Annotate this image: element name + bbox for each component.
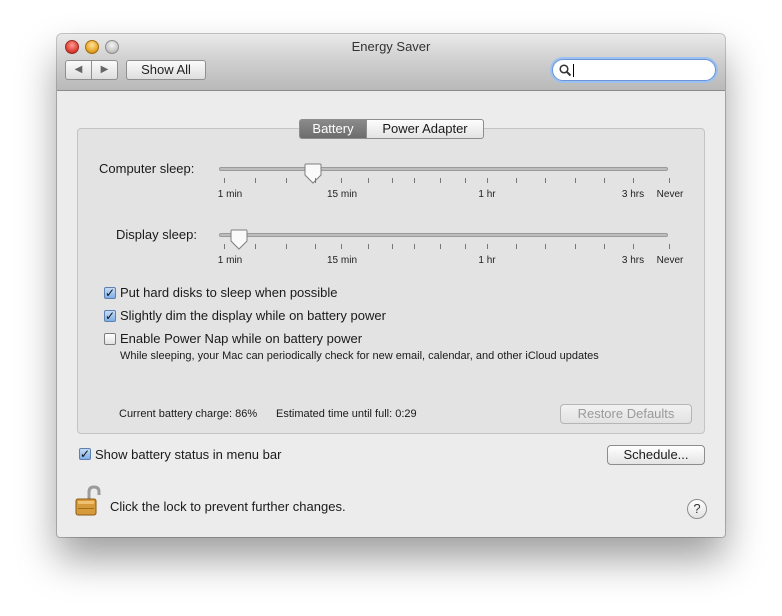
- title-bar: Energy Saver ◀ ▶ Show All: [57, 34, 725, 91]
- show-all-button[interactable]: Show All: [126, 60, 206, 80]
- slider-tick-mark: [487, 178, 488, 183]
- slider-tick-mark: [392, 244, 393, 249]
- slider-tick-mark: [604, 244, 605, 249]
- energy-saver-window: Energy Saver ◀ ▶ Show All Battery Power …: [57, 34, 725, 537]
- dim-display-label[interactable]: Slightly dim the display while on batter…: [120, 308, 386, 323]
- computer-sleep-tick-15min: 15 min: [326, 189, 358, 200]
- hard-disk-sleep-label[interactable]: Put hard disks to sleep when possible: [120, 285, 338, 300]
- show-battery-status-checkbox[interactable]: ✓: [79, 448, 91, 460]
- show-battery-status-label[interactable]: Show battery status in menu bar: [95, 447, 281, 462]
- slider-tick-mark: [255, 178, 256, 183]
- slider-tick-mark: [315, 178, 316, 183]
- display-sleep-tick-3hrs: 3 hrs: [621, 255, 645, 266]
- computer-sleep-track[interactable]: [219, 167, 668, 171]
- text-cursor: [573, 64, 574, 77]
- computer-sleep-tick-1hr: 1 hr: [478, 189, 496, 200]
- computer-sleep-tick-1min: 1 min: [217, 189, 243, 200]
- computer-sleep-tick-never: Never: [656, 189, 684, 200]
- computer-sleep-slider-knob[interactable]: [304, 163, 322, 185]
- display-sleep-tick-1hr: 1 hr: [478, 255, 496, 266]
- restore-defaults-button[interactable]: Restore Defaults: [560, 404, 692, 424]
- slider-tick-mark: [575, 178, 576, 183]
- display-sleep-tick-never: Never: [656, 255, 684, 266]
- slider-tick-mark: [545, 178, 546, 183]
- slider-tick-mark: [341, 178, 342, 183]
- slider-tick-mark: [286, 178, 287, 183]
- slider-tick-mark: [633, 244, 634, 249]
- slider-tick-mark: [604, 178, 605, 183]
- slider-tick-mark: [669, 178, 670, 183]
- computer-sleep-label: Computer sleep:: [99, 161, 195, 176]
- schedule-button[interactable]: Schedule...: [607, 445, 705, 465]
- slider-tick-mark: [575, 244, 576, 249]
- back-button[interactable]: ◀: [65, 60, 92, 80]
- slider-tick-mark: [368, 244, 369, 249]
- slider-tick-mark: [315, 244, 316, 249]
- unlocked-padlock-icon[interactable]: [74, 485, 104, 517]
- slider-tick-mark: [545, 244, 546, 249]
- slider-tick-mark: [487, 244, 488, 249]
- back-arrow-icon: ◀: [74, 64, 83, 75]
- slider-tick-mark: [465, 178, 466, 183]
- slider-tick-mark: [516, 244, 517, 249]
- power-nap-label[interactable]: Enable Power Nap while on battery power: [120, 331, 362, 346]
- slider-tick-mark: [414, 178, 415, 183]
- slider-tick-mark: [286, 244, 287, 249]
- time-until-full-status: Estimated time until full: 0:29: [276, 408, 417, 420]
- slider-tick-mark: [633, 178, 634, 183]
- slider-tick-mark: [255, 244, 256, 249]
- computer-sleep-tick-3hrs: 3 hrs: [621, 189, 645, 200]
- slider-tick-mark: [440, 178, 441, 183]
- battery-charge-status: Current battery charge: 86%: [119, 408, 258, 420]
- tab-battery[interactable]: Battery: [299, 119, 367, 139]
- slider-tick-mark: [224, 244, 225, 249]
- lock-message: Click the lock to prevent further change…: [110, 499, 346, 514]
- tab-power-adapter[interactable]: Power Adapter: [366, 119, 484, 139]
- search-icon: [559, 64, 572, 77]
- display-sleep-slider-knob[interactable]: [230, 229, 248, 251]
- forward-arrow-icon: ▶: [100, 64, 109, 75]
- slider-tick-mark: [392, 178, 393, 183]
- slider-tick-mark: [224, 178, 225, 183]
- slider-tick-mark: [440, 244, 441, 249]
- slider-tick-mark: [669, 244, 670, 249]
- dim-display-checkbox[interactable]: ✓: [104, 310, 116, 322]
- display-sleep-tick-1min: 1 min: [217, 255, 243, 266]
- search-input[interactable]: [552, 59, 716, 81]
- slider-tick-mark: [414, 244, 415, 249]
- slider-tick-mark: [465, 244, 466, 249]
- slider-tick-mark: [341, 244, 342, 249]
- slider-tick-mark: [368, 178, 369, 183]
- slider-tick-mark: [516, 178, 517, 183]
- help-button[interactable]: ?: [687, 499, 707, 519]
- forward-button[interactable]: ▶: [92, 60, 118, 80]
- window-title: Energy Saver: [351, 39, 431, 54]
- display-sleep-track[interactable]: [219, 233, 668, 237]
- hard-disk-sleep-checkbox[interactable]: ✓: [104, 287, 116, 299]
- power-nap-description: While sleeping, your Mac can periodicall…: [120, 350, 599, 362]
- power-nap-checkbox[interactable]: [104, 333, 116, 345]
- display-sleep-label: Display sleep:: [116, 227, 197, 242]
- display-sleep-tick-15min: 15 min: [326, 255, 358, 266]
